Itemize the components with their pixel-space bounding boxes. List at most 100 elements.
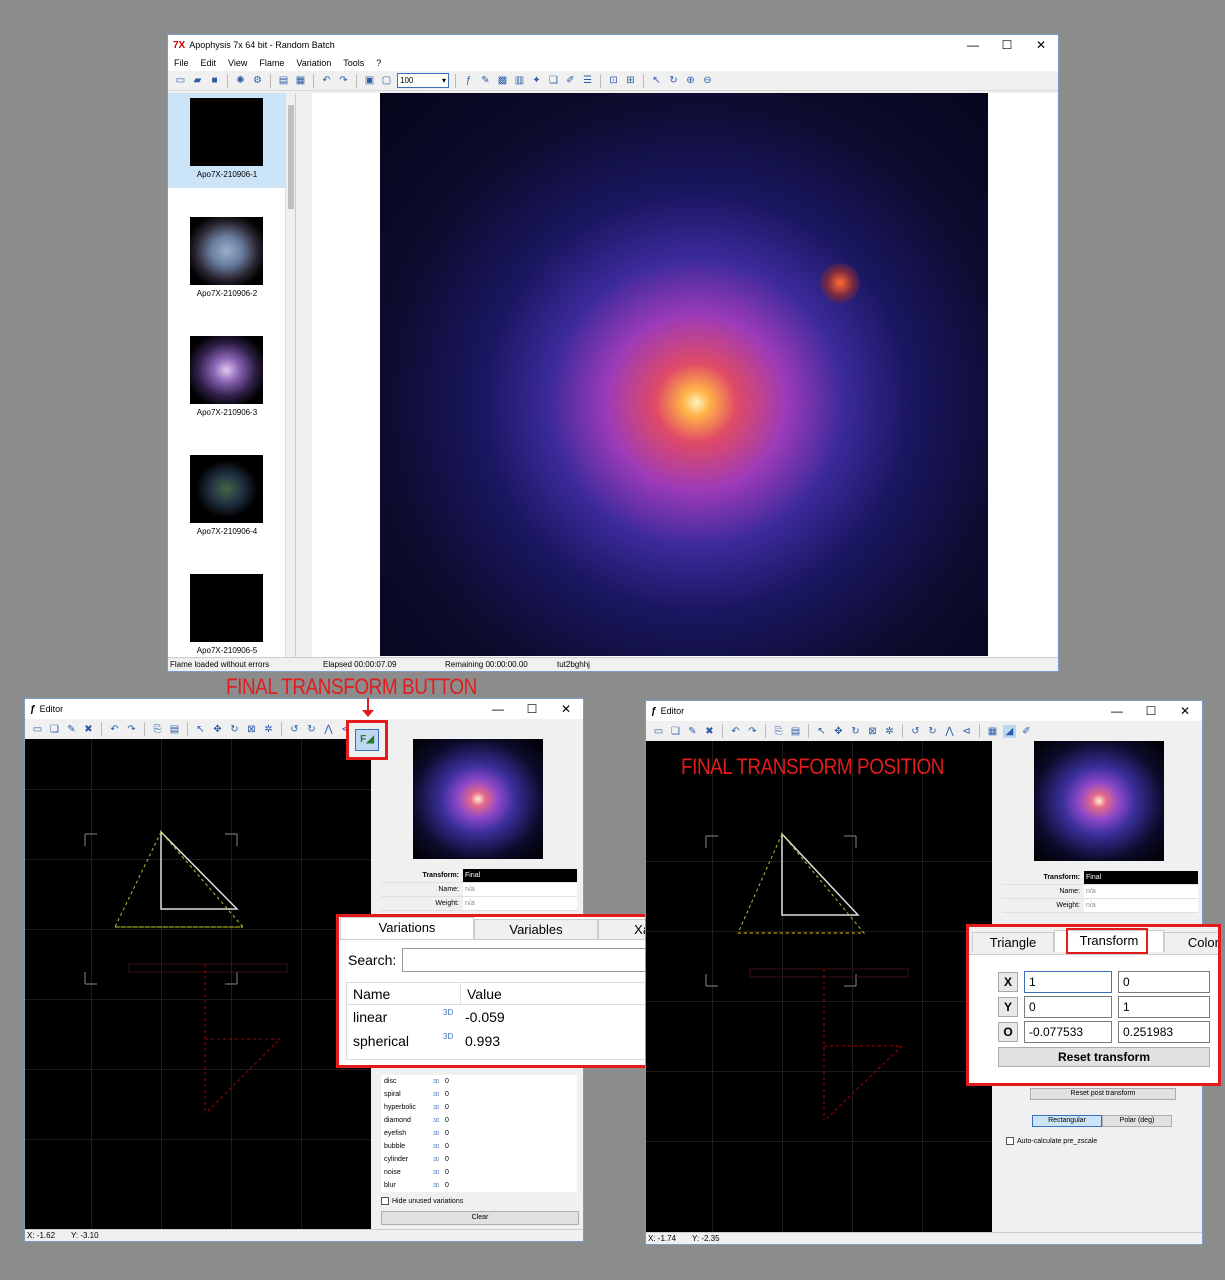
triangle-canvas[interactable] — [25, 739, 371, 1229]
pointer-icon[interactable]: ↖ — [650, 74, 663, 87]
menu-variation[interactable]: Variation — [296, 58, 331, 68]
close-button[interactable]: ✕ — [549, 699, 583, 719]
thumbnail-item[interactable]: Apo7X-210906-3 — [168, 331, 286, 426]
rotate-icon[interactable]: ↻ — [667, 74, 680, 87]
list-item[interactable]: spiral 3D 0 — [381, 1088, 577, 1101]
fullscreen-icon[interactable]: ▣ — [363, 74, 376, 87]
weight-value[interactable]: n/a — [1084, 899, 1198, 912]
flip-icon[interactable]: ⋀ — [322, 723, 335, 736]
list-item[interactable]: noise 3D 0 — [381, 1166, 577, 1179]
flip-icon[interactable]: ⋀ — [943, 725, 956, 738]
paste-icon[interactable]: ▤ — [789, 725, 802, 738]
mutate-icon[interactable]: ✦ — [530, 74, 543, 87]
grid-icon[interactable]: ▦ — [294, 74, 307, 87]
batch-icon[interactable]: ⚙ — [251, 74, 264, 87]
scale-icon[interactable]: ⊠ — [245, 723, 258, 736]
transform-triangles[interactable] — [646, 741, 992, 1233]
table-icon[interactable]: ⊞ — [624, 74, 637, 87]
copy-icon[interactable]: ⎘ — [151, 723, 164, 736]
auto-calculate-checkbox[interactable]: Auto-calculate pre_zscale — [1006, 1137, 1097, 1145]
checkbox-box[interactable] — [1006, 1137, 1014, 1145]
zoom-select[interactable]: 100 ▾ — [397, 73, 449, 88]
zoom-out-icon[interactable]: ⊖ — [701, 74, 714, 87]
thumbnail-item[interactable]: Apo7X-210906-5 — [168, 569, 286, 664]
redo-icon[interactable]: ↷ — [337, 74, 350, 87]
undo-icon[interactable]: ↶ — [320, 74, 333, 87]
menu-help[interactable]: ? — [376, 58, 381, 68]
options-icon[interactable]: ✐ — [1020, 725, 1033, 738]
fit-icon[interactable]: ⊡ — [607, 74, 620, 87]
list-item[interactable]: disc 3D 0 — [381, 1075, 577, 1088]
clear-button[interactable]: Clear — [381, 1211, 579, 1225]
undo-icon[interactable]: ↶ — [729, 725, 742, 738]
rotate-icon[interactable]: ↻ — [849, 725, 862, 738]
thumbnail-item[interactable]: Apo7X-210906-2 — [168, 212, 286, 307]
delete-icon[interactable]: ✖ — [703, 725, 716, 738]
render-area[interactable] — [312, 93, 1057, 659]
scale-icon[interactable]: ⊠ — [866, 725, 879, 738]
rotate-icon[interactable]: ↻ — [228, 723, 241, 736]
menu-file[interactable]: File — [174, 58, 189, 68]
list-item[interactable]: cylinder 3D 0 — [381, 1153, 577, 1166]
edit-icon[interactable]: ✎ — [65, 723, 78, 736]
minimize-button[interactable]: — — [481, 699, 515, 719]
name-value[interactable]: n/a — [463, 883, 577, 896]
final-transform-button[interactable]: F◢ — [346, 720, 388, 760]
maximize-button[interactable]: ☐ — [990, 35, 1024, 55]
gradient-icon[interactable]: ▥ — [513, 74, 526, 87]
final-transform-icon[interactable]: ◢ — [1003, 724, 1016, 738]
adjust-icon[interactable]: ✎ — [479, 74, 492, 87]
favorites-icon[interactable]: ✐ — [564, 74, 577, 87]
transform-select[interactable]: Final — [463, 869, 577, 882]
list-item[interactable]: hyperbolic 3D 0 — [381, 1101, 577, 1114]
open-icon[interactable]: ▰ — [191, 74, 204, 87]
list-icon[interactable]: ▤ — [277, 74, 290, 87]
rotate-left-icon[interactable]: ↺ — [909, 725, 922, 738]
transform-select[interactable]: Final — [1084, 871, 1198, 884]
select-icon[interactable]: ↖ — [815, 725, 828, 738]
options-icon[interactable]: ☰ — [581, 74, 594, 87]
checkbox-box[interactable] — [381, 1197, 389, 1205]
grid-icon[interactable]: ▦ — [986, 725, 999, 738]
menu-flame[interactable]: Flame — [259, 58, 284, 68]
delete-icon[interactable]: ✖ — [82, 723, 95, 736]
menu-view[interactable]: View — [228, 58, 247, 68]
script-icon[interactable]: ❏ — [547, 74, 560, 87]
new-transform-icon[interactable]: ▭ — [652, 725, 665, 738]
list-item[interactable]: blur 3D 0 — [381, 1179, 577, 1192]
editor-icon[interactable]: ƒ — [462, 74, 475, 87]
move-icon[interactable]: ✥ — [832, 725, 845, 738]
weight-value[interactable]: n/a — [463, 897, 577, 910]
flip-vertical-icon[interactable]: ⊲ — [960, 725, 973, 738]
hide-unused-checkbox[interactable]: Hide unused variations — [381, 1197, 463, 1205]
minimize-button[interactable]: — — [1100, 701, 1134, 721]
redo-icon[interactable]: ↷ — [746, 725, 759, 738]
copy-icon[interactable]: ⎘ — [772, 725, 785, 738]
thumbnail-item[interactable]: Apo7X-210906-1 — [168, 93, 286, 188]
menu-edit[interactable]: Edit — [201, 58, 217, 68]
minimize-button[interactable]: — — [956, 35, 990, 55]
thumbnail-list[interactable]: Apo7X-210906-1 Apo7X-210906-2 Apo7X-2109… — [168, 93, 296, 659]
palette-icon[interactable]: ▩ — [496, 74, 509, 87]
maximize-button[interactable]: ☐ — [1134, 701, 1168, 721]
triangle-canvas[interactable] — [646, 741, 992, 1233]
new-icon[interactable]: ▭ — [174, 74, 187, 87]
new-transform-icon[interactable]: ▭ — [31, 723, 44, 736]
list-item[interactable]: eyefish 3D 0 — [381, 1127, 577, 1140]
pivot-icon[interactable]: ✲ — [883, 725, 896, 738]
rotate-left-icon[interactable]: ↺ — [288, 723, 301, 736]
window-icon[interactable]: ▢ — [380, 74, 393, 87]
transform-triangles[interactable] — [25, 739, 371, 1229]
close-button[interactable]: ✕ — [1024, 35, 1058, 55]
thumbnail-scrollbar[interactable] — [285, 93, 295, 659]
redo-icon[interactable]: ↷ — [125, 723, 138, 736]
name-value[interactable]: n/a — [1084, 885, 1198, 898]
rectangular-toggle[interactable]: Rectangular — [1032, 1115, 1102, 1127]
edit-icon[interactable]: ✎ — [686, 725, 699, 738]
reset-post-transform-button[interactable]: Reset post transform — [1030, 1088, 1176, 1100]
list-item[interactable]: bubble 3D 0 — [381, 1140, 577, 1153]
select-icon[interactable]: ↖ — [194, 723, 207, 736]
close-button[interactable]: ✕ — [1168, 701, 1202, 721]
render-icon[interactable]: ✺ — [234, 74, 247, 87]
duplicate-icon[interactable]: ❏ — [48, 723, 61, 736]
